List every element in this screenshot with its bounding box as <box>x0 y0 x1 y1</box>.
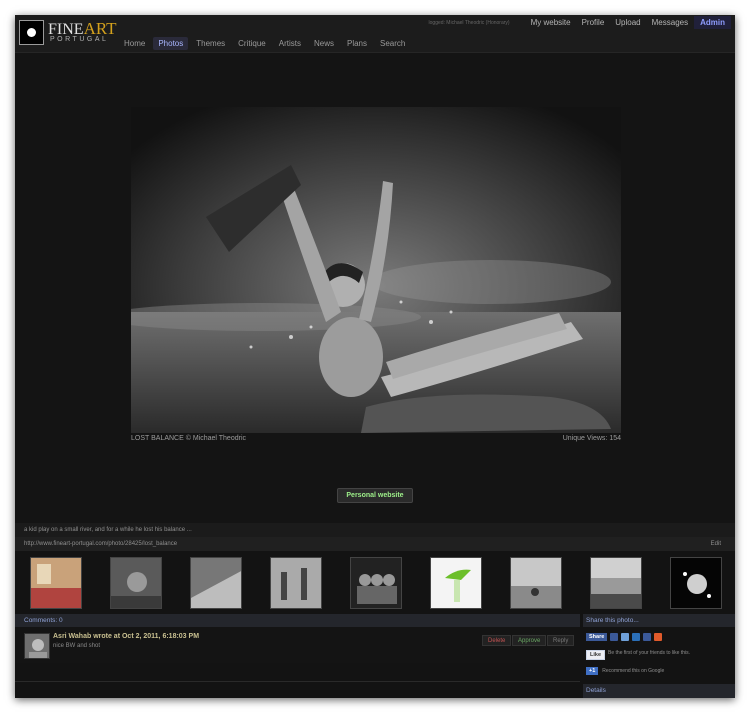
thumbnail[interactable] <box>510 557 562 609</box>
google-plus-one-button[interactable]: +1 <box>586 667 599 675</box>
photo-url-bar: http://www.fineart-portugal.com/photo/28… <box>15 537 735 551</box>
share-header: Share this photo... <box>583 614 735 627</box>
site-logo[interactable]: FINEART PORTUGAL <box>19 18 117 46</box>
thumbnail[interactable] <box>30 557 82 609</box>
nav-home[interactable]: Home <box>119 37 150 50</box>
photo-stage: LOST BALANCE © Michael Theodric Unique V… <box>15 53 735 523</box>
facebook-like-text: Be the first of your friends to like thi… <box>608 650 690 656</box>
thumbnail[interactable] <box>190 557 242 609</box>
comment-item: Asri Wahab wrote at Oct 2, 2011, 6:18:03… <box>15 627 580 663</box>
admin-link[interactable]: Admin <box>694 16 731 29</box>
thumbnail[interactable] <box>590 557 642 609</box>
thumbnail[interactable] <box>430 557 482 609</box>
photo-url[interactable]: http://www.fineart-portugal.com/photo/28… <box>24 541 177 547</box>
facebook-like-row: Like Be the first of your friends to lik… <box>586 650 698 660</box>
thumbnail[interactable] <box>270 557 322 609</box>
nav-plans[interactable]: Plans <box>342 37 372 50</box>
app-window: FINEART PORTUGAL Home Photos Themes Crit… <box>15 15 735 698</box>
nav-photos[interactable]: Photos <box>153 37 189 50</box>
main-photo[interactable] <box>131 107 621 433</box>
photo-caption: LOST BALANCE © Michael Theodric <box>131 435 247 442</box>
share-network-icon[interactable] <box>621 633 630 641</box>
profile-link[interactable]: Profile <box>582 18 605 27</box>
divider <box>15 681 580 682</box>
nav-news[interactable]: News <box>309 37 339 50</box>
thumbnail-strip <box>15 551 735 614</box>
avatar[interactable] <box>24 633 50 659</box>
my-website-link[interactable]: My website <box>531 18 571 27</box>
photo-views: Unique Views: 154 <box>562 435 621 442</box>
share-panel: Share Like Be the first of your friends … <box>583 627 735 684</box>
logo-subtitle: PORTUGAL <box>50 36 109 43</box>
nav-search[interactable]: Search <box>375 37 410 50</box>
reply-comment-button[interactable]: Reply <box>547 635 575 646</box>
facebook-share-button[interactable]: Share <box>586 633 608 641</box>
nav-critique[interactable]: Critique <box>233 37 271 50</box>
thumbnail[interactable] <box>670 557 722 609</box>
google-plus-row: +1 Recommend this on Google <box>586 667 664 675</box>
comment-author: Asri Wahab wrote at Oct 2, 2011, 6:18:03… <box>53 633 200 640</box>
delete-comment-button[interactable]: Delete <box>482 635 512 646</box>
plus-share-icon[interactable] <box>654 633 663 641</box>
messages-link[interactable]: Messages <box>652 18 688 27</box>
nav-artists[interactable]: Artists <box>274 37 306 50</box>
details-header[interactable]: Details <box>583 684 735 698</box>
edit-link[interactable]: Edit <box>711 537 721 551</box>
google-plus-text: Recommend this on Google <box>602 668 665 674</box>
facebook-icon[interactable] <box>643 633 652 641</box>
share-network-icon[interactable] <box>632 633 641 641</box>
comments-header: Comments: 0 <box>15 614 580 627</box>
nav-themes[interactable]: Themes <box>191 37 230 50</box>
user-bar: logged: Michael Theodric (Honorary) My w… <box>429 16 731 29</box>
main-nav: Home Photos Themes Critique Artists News… <box>119 37 413 50</box>
approve-comment-button[interactable]: Approve <box>512 635 547 646</box>
logo-mark-icon <box>19 20 44 45</box>
comment-text: nice BW and shot <box>53 643 101 649</box>
thumbnail[interactable] <box>350 557 402 609</box>
upload-link[interactable]: Upload <box>615 18 640 27</box>
thumbnail[interactable] <box>110 557 162 609</box>
photo-description: a kid play on a small river, and for a w… <box>15 523 735 537</box>
share-network-icon[interactable] <box>610 633 619 641</box>
logged-in-status: logged: Michael Theodric (Honorary) <box>428 19 510 26</box>
site-header: FINEART PORTUGAL Home Photos Themes Crit… <box>15 15 735 53</box>
facebook-like-button[interactable]: Like <box>586 650 606 660</box>
personal-website-button[interactable]: Personal website <box>337 488 413 503</box>
share-row: Share <box>586 633 663 641</box>
